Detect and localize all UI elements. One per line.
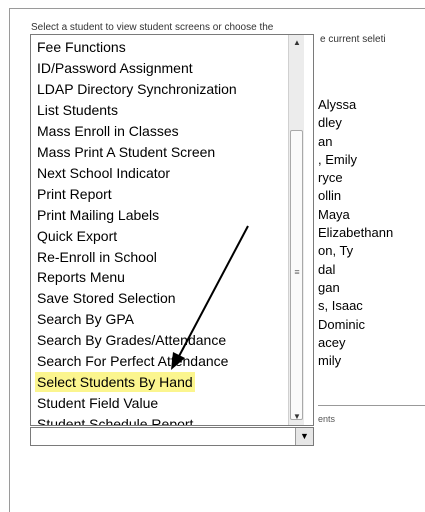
annotation-arrow-icon	[171, 225, 249, 370]
annotation-arrow-shaft	[176, 225, 249, 361]
annotation-arrow-head	[171, 352, 185, 370]
